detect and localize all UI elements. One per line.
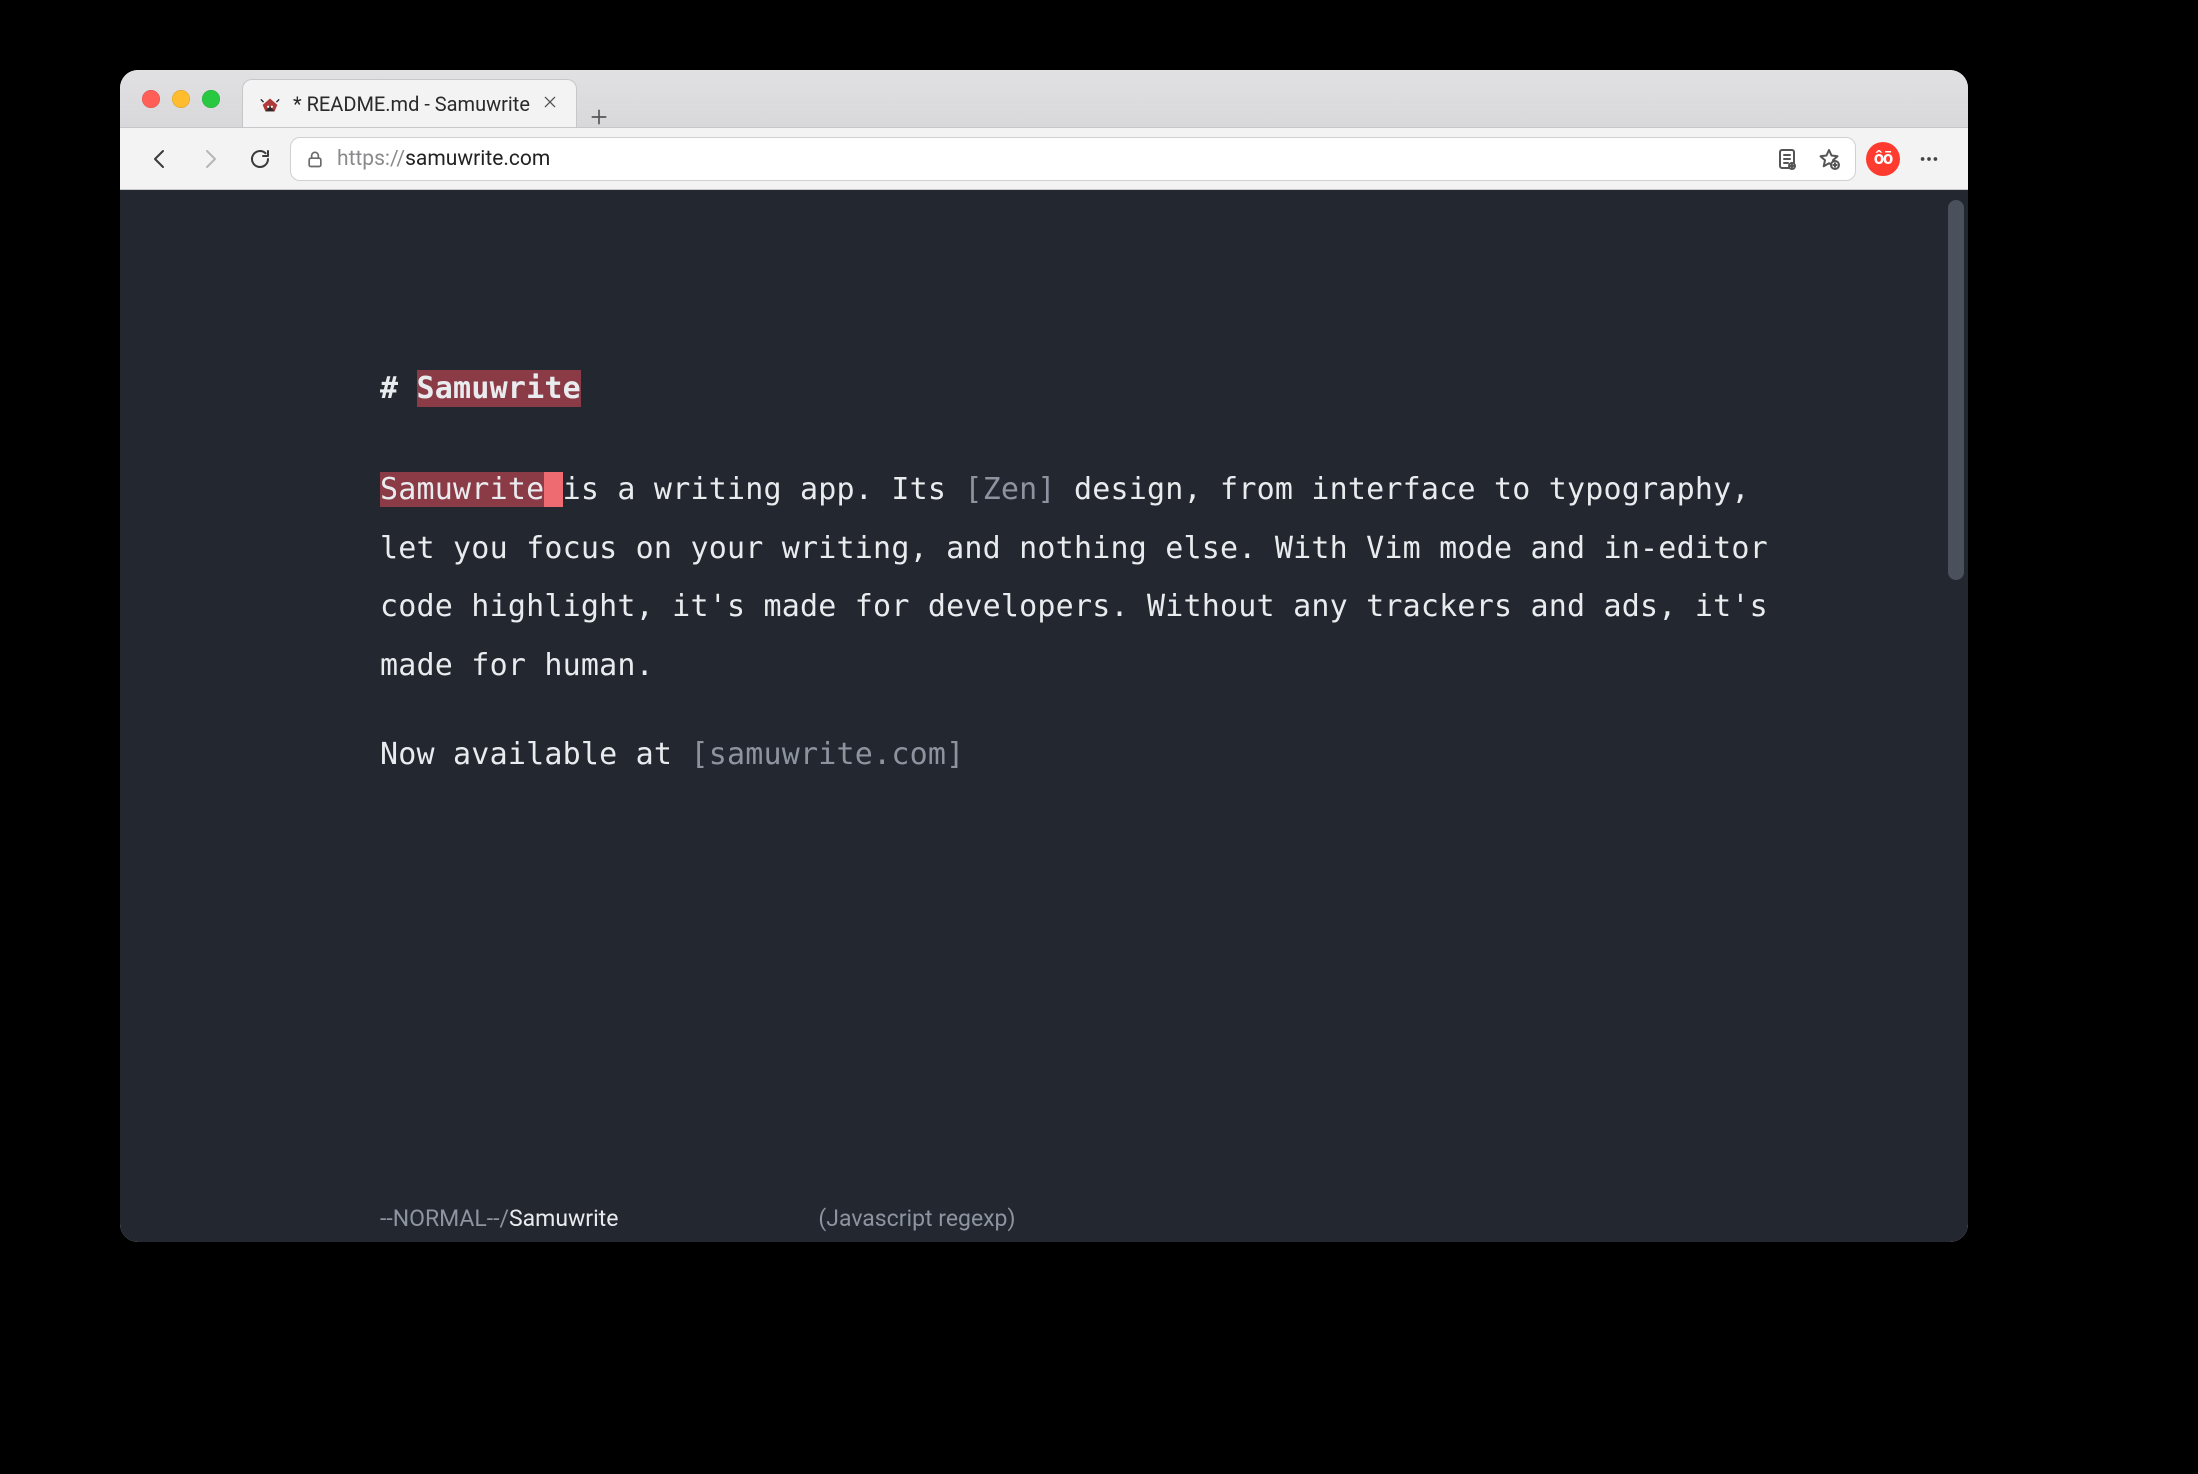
titlebar: * README.md - Samuwrite: [120, 70, 1968, 128]
vim-mode: --NORMAL--/: [380, 1205, 509, 1232]
vim-cursor: [544, 472, 562, 507]
back-button[interactable]: [140, 139, 180, 179]
paragraph-2: Now available at [samuwrite.com]: [380, 726, 1808, 785]
paragraph-1-seg1: is a writing app. Its: [563, 472, 965, 507]
vim-search-variant: (Javascript regexp): [818, 1205, 1015, 1232]
zoom-window-button[interactable]: [202, 90, 220, 108]
link-zen: [Zen]: [964, 472, 1055, 507]
browser-window: * README.md - Samuwrite: [120, 70, 1968, 1242]
editor-area[interactable]: # Samuwrite Samuwrite is a writing app. …: [120, 190, 1968, 1242]
window-controls: [120, 70, 242, 127]
heading-line: # Samuwrite: [380, 360, 1808, 419]
vim-search-term: Samuwrite: [509, 1205, 618, 1232]
tab-active[interactable]: * README.md - Samuwrite: [242, 79, 577, 127]
reader-mode-button[interactable]: [1775, 147, 1799, 171]
url-host: samuwrite.com: [405, 147, 550, 171]
vim-status-bar: --NORMAL--/ Samuwrite (Javascript regexp…: [120, 1194, 1968, 1242]
extension-badge[interactable]: ôō: [1866, 142, 1900, 176]
bookmark-button[interactable]: [1817, 147, 1841, 171]
paragraph-1: Samuwrite is a writing app. Its [Zen] de…: [380, 461, 1808, 696]
page-viewport: # Samuwrite Samuwrite is a writing app. …: [120, 190, 1968, 1242]
new-tab-button[interactable]: [577, 107, 621, 127]
address-bar[interactable]: https://samuwrite.com: [290, 137, 1856, 181]
url-text: https://samuwrite.com: [337, 147, 1763, 171]
tab-title: * README.md - Samuwrite: [293, 92, 530, 116]
lock-icon: [305, 149, 325, 169]
forward-button[interactable]: [190, 139, 230, 179]
search-match: Samuwrite: [380, 472, 544, 507]
markdown-heading-text: Samuwrite: [417, 370, 581, 407]
editor-content[interactable]: # Samuwrite Samuwrite is a writing app. …: [380, 360, 1808, 1182]
close-tab-button[interactable]: [542, 93, 558, 115]
link-samuwrite: [samuwrite.com]: [690, 737, 964, 772]
markdown-heading-marker: #: [380, 371, 417, 406]
url-scheme: https://: [337, 147, 405, 171]
samurai-favicon: [259, 93, 281, 115]
scrollbar-thumb[interactable]: [1948, 200, 1964, 580]
overflow-menu-button[interactable]: [1910, 140, 1948, 178]
paragraph-2-seg1: Now available at: [380, 737, 690, 772]
close-window-button[interactable]: [142, 90, 160, 108]
toolbar: https://samuwrite.com ôō: [120, 128, 1968, 190]
refresh-button[interactable]: [240, 139, 280, 179]
minimize-window-button[interactable]: [172, 90, 190, 108]
tabs: * README.md - Samuwrite: [242, 70, 1968, 127]
extension-badge-text: ôō: [1874, 148, 1892, 169]
